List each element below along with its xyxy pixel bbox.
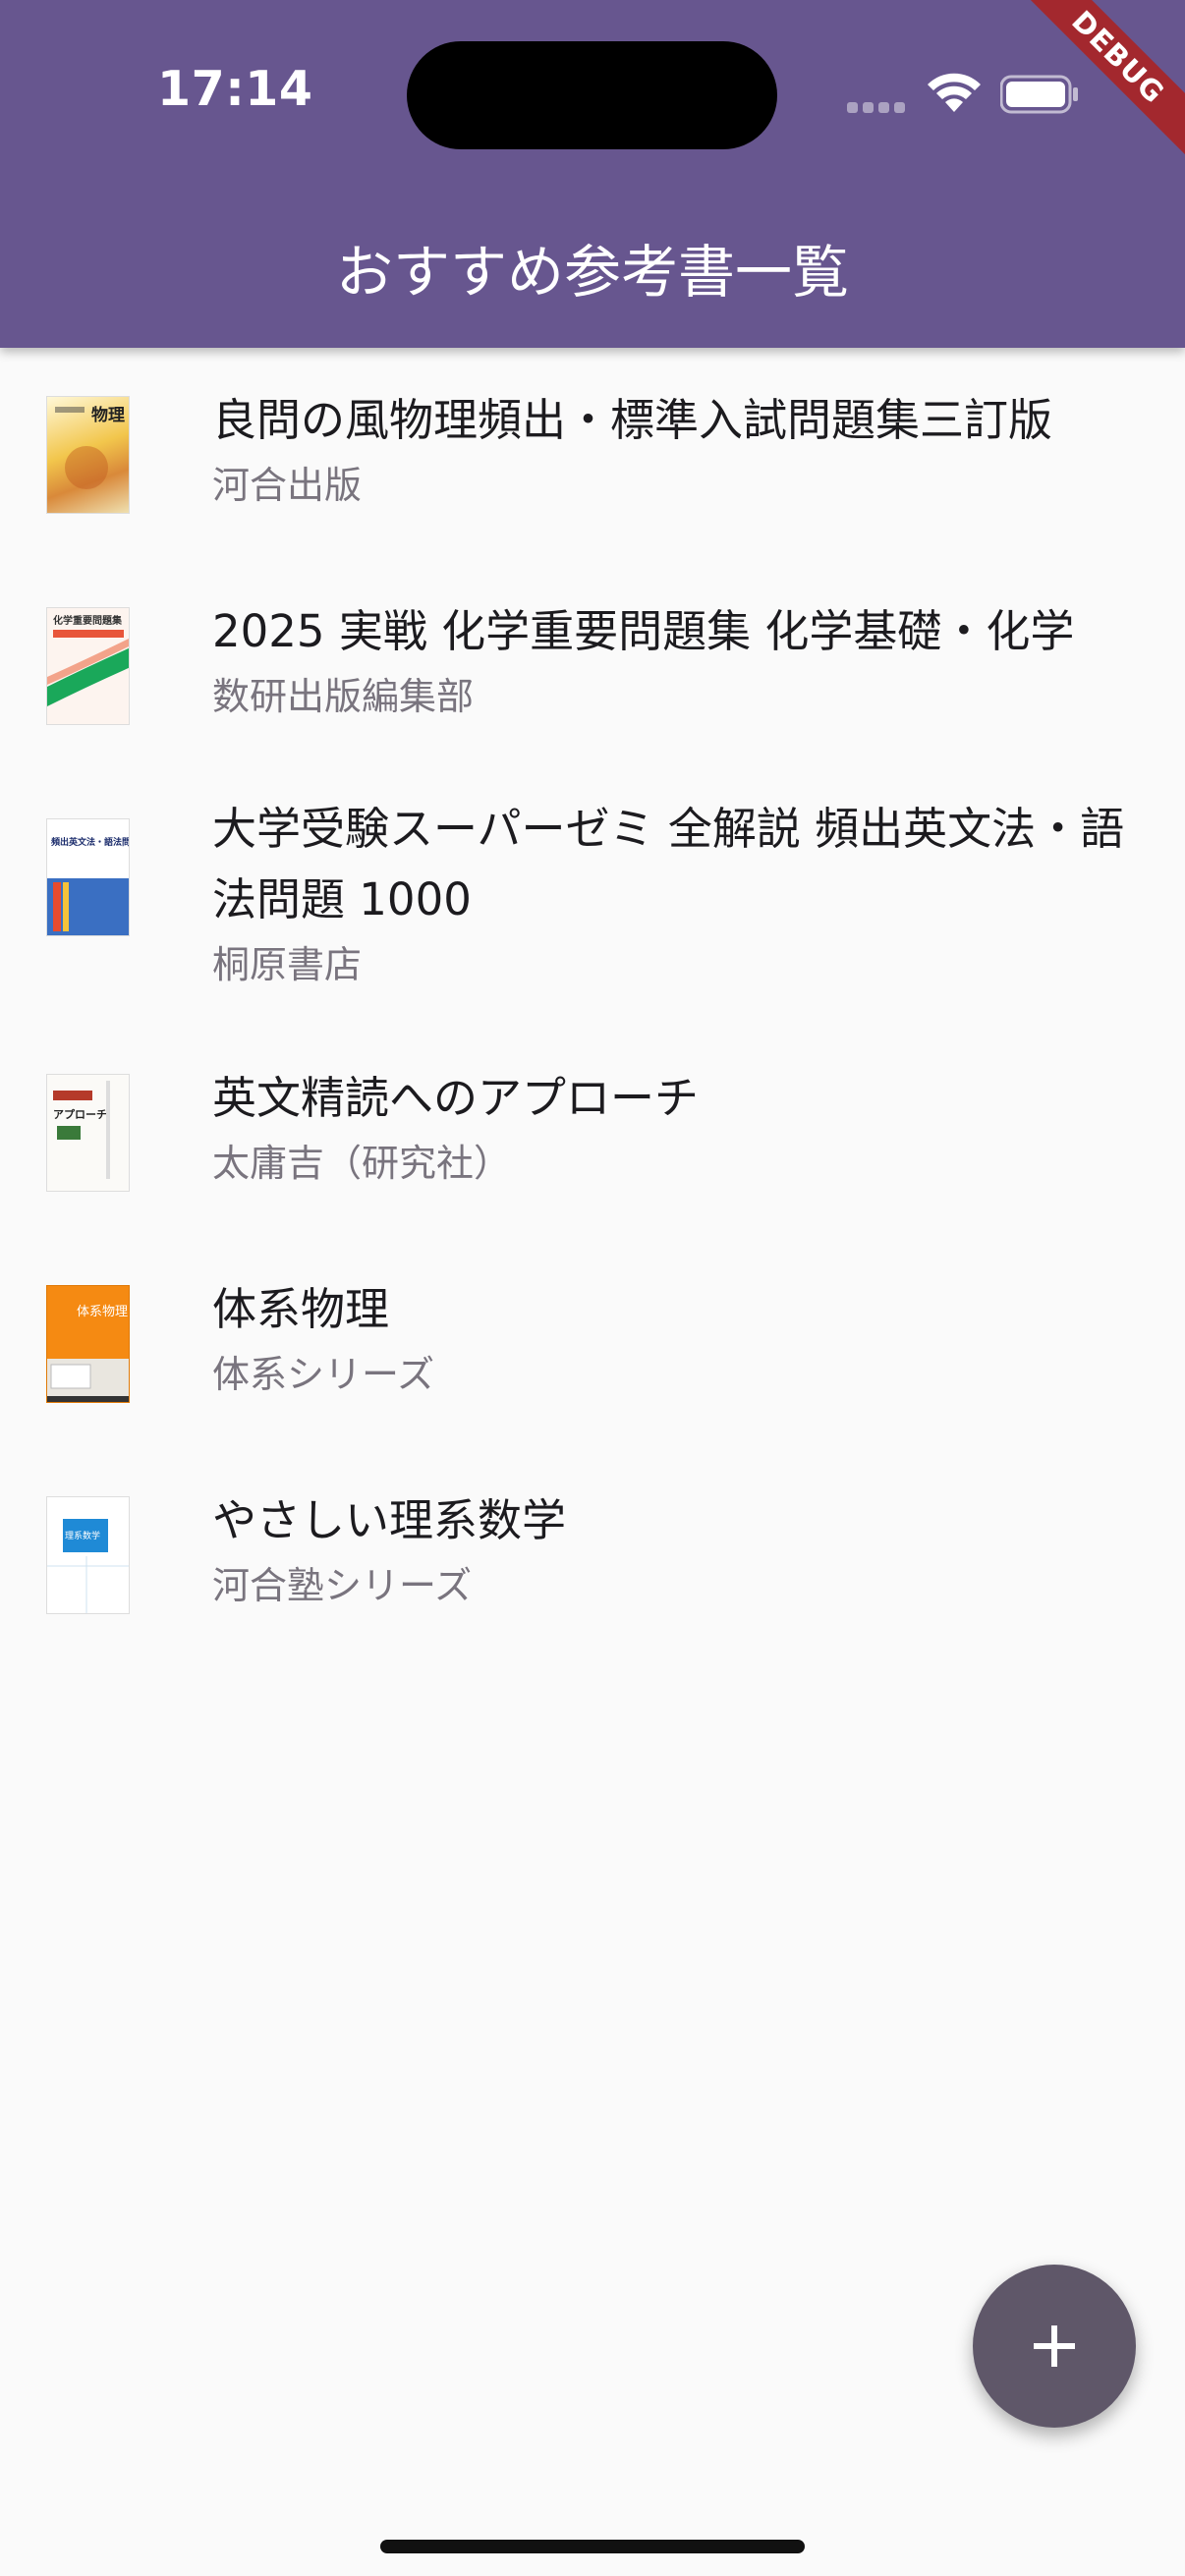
book-title: 2025 実戦 化学重要問題集 化学基礎・化学 bbox=[212, 605, 1075, 657]
cover-art: 化学重要問題集 bbox=[47, 614, 129, 706]
wifi-icon bbox=[928, 73, 981, 112]
book-publisher: 数研出版編集部 bbox=[212, 675, 475, 718]
cellular-signal-icon bbox=[847, 102, 906, 114]
book-publisher: 桐原書店 bbox=[212, 943, 363, 986]
battery-icon bbox=[1000, 75, 1078, 114]
cover-art: 体系物理 bbox=[47, 1305, 129, 1402]
add-book-button[interactable] bbox=[973, 2265, 1136, 2428]
cover-title-text: 物理 bbox=[91, 405, 125, 425]
cover-title-text: 体系物理 bbox=[77, 1305, 128, 1319]
dynamic-island bbox=[407, 41, 777, 149]
book-cover-image: 体系物理 bbox=[46, 1285, 130, 1403]
cover-art: 頻出英文法・語法問題1000 bbox=[47, 819, 130, 935]
cover-title-text: 理系数学 bbox=[65, 1530, 100, 1541]
book-cover-image: 物理 bbox=[46, 396, 130, 514]
book-cover-image: 化学重要問題集 bbox=[46, 607, 130, 725]
book-cover-image: 理系数学 bbox=[46, 1496, 130, 1614]
cover-title-text: アプローチ bbox=[53, 1107, 107, 1121]
cover-art: 物理 bbox=[55, 405, 125, 489]
list-item[interactable]: 体系物理 体系物理 体系シリーズ bbox=[0, 1237, 1185, 1448]
book-title: 英文精読へのアプローチ bbox=[212, 1072, 700, 1124]
list-item[interactable]: アプローチ 英文精読へのアプローチ 太庸吉（研究社） bbox=[0, 1026, 1185, 1237]
list-item[interactable]: 頻出英文法・語法問題1000 大学受験スーパーゼミ 全解説 頻出英文法・語法問題… bbox=[0, 770, 1185, 1026]
book-publisher: 河合出版 bbox=[212, 464, 363, 507]
list-item[interactable]: 物理 良問の風物理頻出・標準入試問題集三訂版 河合出版 bbox=[0, 348, 1185, 559]
book-title: 体系物理 bbox=[212, 1283, 390, 1335]
book-publisher: 太庸吉（研究社） bbox=[212, 1142, 512, 1185]
book-title: やさしい理系数学 bbox=[212, 1494, 567, 1546]
book-title: 大学受験スーパーゼミ 全解説 頻出英文法・語法問題 1000 bbox=[212, 803, 1125, 925]
app-bar: 17:14 おすすめ参考書一覧 bbox=[0, 0, 1185, 348]
book-cover-image: アプローチ bbox=[46, 1074, 130, 1192]
list-item[interactable]: 理系数学 やさしい理系数学 河合塾シリーズ bbox=[0, 1448, 1185, 1659]
page-title: おすすめ参考書一覧 bbox=[335, 239, 849, 306]
status-time: 17:14 bbox=[157, 61, 313, 117]
plus-icon bbox=[1034, 2325, 1075, 2367]
book-cover-image: 頻出英文法・語法問題1000 bbox=[46, 818, 130, 936]
cover-title-text: 化学重要問題集 bbox=[53, 614, 123, 627]
cover-art: 理系数学 bbox=[47, 1519, 129, 1613]
cover-title-text: 頻出英文法・語法問題1000 bbox=[51, 836, 130, 848]
list-item[interactable]: 化学重要問題集 2025 実戦 化学重要問題集 化学基礎・化学 数研出版編集部 bbox=[0, 559, 1185, 770]
cover-art: アプローチ bbox=[53, 1081, 110, 1179]
book-list: 物理 良問の風物理頻出・標準入試問題集三訂版 河合出版 化学重要問題集 2025… bbox=[0, 348, 1185, 1659]
book-publisher: 河合塾シリーズ bbox=[212, 1564, 473, 1607]
home-indicator[interactable] bbox=[380, 2540, 805, 2553]
book-publisher: 体系シリーズ bbox=[212, 1353, 435, 1396]
book-title: 良問の風物理頻出・標準入試問題集三訂版 bbox=[212, 394, 1053, 446]
